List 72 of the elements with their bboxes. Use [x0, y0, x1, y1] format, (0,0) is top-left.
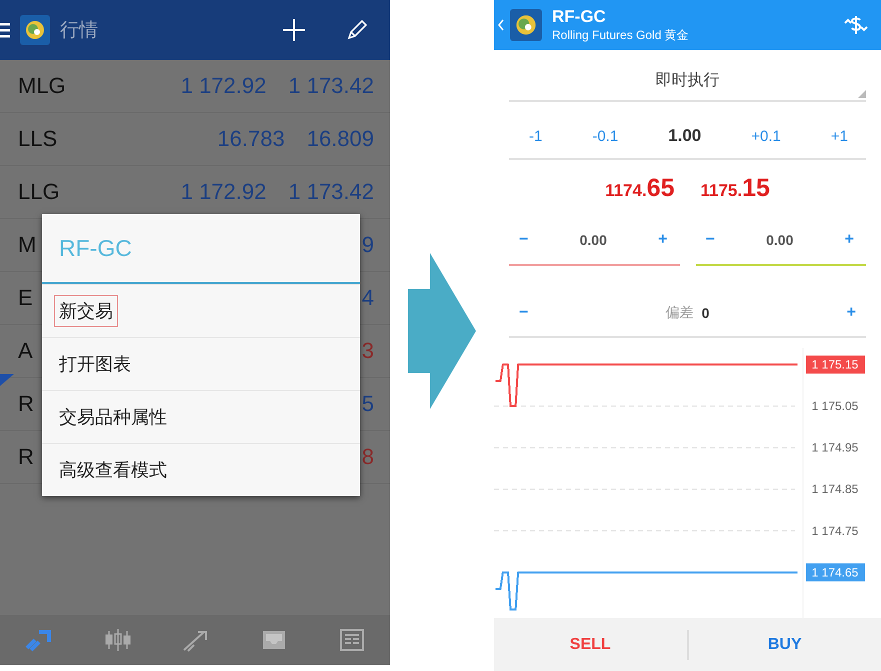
back-icon[interactable] [498, 19, 504, 31]
symbol-name: MLG [18, 73, 66, 99]
menu-item[interactable]: 新交易 [54, 295, 118, 327]
quote-price: 9 [362, 232, 374, 258]
axis-label: 1 174.95 [812, 440, 858, 455]
price-tag: 1 174.65 [806, 563, 865, 582]
symbol-name: A [18, 338, 33, 364]
deviation-label: 偏差 [666, 304, 694, 322]
menu-item[interactable]: 打开图表 [54, 348, 136, 380]
menu-item[interactable]: 高级查看模式 [54, 454, 172, 486]
row-marker-icon [0, 372, 14, 386]
menu-title: RF-GC [42, 214, 360, 284]
quote-price: 1 173.42 [288, 73, 374, 99]
add-icon[interactable] [282, 18, 306, 42]
volume-step-button[interactable]: +1 [830, 128, 848, 144]
plus-button[interactable]: + [842, 304, 860, 322]
trend-arrow-icon[interactable] [182, 628, 210, 652]
price-digits: 1174. [605, 180, 647, 200]
currency-exchange-icon[interactable] [843, 14, 869, 36]
symbol-name: M [18, 232, 36, 258]
axis-label: 1 175.05 [812, 399, 858, 414]
menu-icon[interactable] [0, 22, 10, 38]
plus-button[interactable]: + [840, 231, 858, 249]
stop-value: 0.00 [580, 232, 607, 248]
symbol-description: Rolling Futures Gold 黄金 [552, 26, 689, 44]
volume-step-button[interactable]: -1 [529, 128, 542, 144]
y-tick-label: 1 174.65 [812, 565, 859, 580]
quote-price: 8 [362, 444, 374, 470]
newspaper-icon[interactable] [338, 628, 365, 652]
quote-price: 4 [362, 285, 374, 311]
symbol-name: R [18, 391, 34, 417]
minus-button[interactable]: − [515, 304, 532, 322]
plus-button[interactable]: + [654, 231, 672, 249]
minus-button[interactable]: − [702, 231, 719, 249]
deviation-value: 0 [702, 305, 710, 321]
quote-price: 1 172.92 [180, 73, 266, 99]
screen-title: 行情 [60, 19, 98, 43]
quote-price: 16.809 [306, 126, 374, 152]
axis-label: 1 174.85 [812, 482, 858, 496]
right-arrow-icon [408, 252, 476, 408]
app-logo-icon [20, 15, 50, 45]
price-tag: 1 175.15 [806, 356, 865, 374]
candlestick-icon[interactable] [104, 628, 132, 652]
pencil-icon[interactable] [346, 19, 368, 41]
dropdown-corner-icon [858, 90, 866, 98]
stop-field[interactable]: − 0.00 + [509, 216, 680, 266]
volume-step-button[interactable]: -0.1 [592, 128, 618, 144]
minus-button[interactable]: − [515, 231, 532, 249]
volume-value: 1.00 [668, 126, 702, 146]
quote-price: 1 173.42 [288, 179, 374, 205]
stop-field[interactable]: − 0.00 + [696, 216, 866, 266]
quote-price: 5 [362, 391, 374, 417]
price-pips: 65 [646, 174, 674, 202]
axis-label: 1 174.75 [812, 524, 858, 538]
menu-item[interactable]: 交易品种属性 [54, 401, 172, 433]
price-pips: 15 [742, 174, 770, 202]
symbol-name: R [18, 444, 34, 470]
price-digits: 1175. [700, 180, 742, 200]
trade-button[interactable]: SELL [494, 618, 686, 671]
symbol-name: E [18, 285, 33, 311]
quote-price: 3 [362, 338, 374, 364]
symbol-name: LLS [18, 126, 58, 152]
trade-button[interactable]: BUY [688, 618, 881, 671]
order-type-dropdown[interactable]: 即时执行 [509, 60, 866, 102]
quote-price: 16.783 [217, 126, 285, 152]
symbol-name: LLG [18, 179, 60, 205]
quote-price: 1 172.92 [180, 179, 266, 205]
stop-value: 0.00 [766, 232, 794, 248]
y-tick-label: 1 175.15 [812, 358, 859, 372]
symbol-title: RF-GC [552, 6, 607, 26]
volume-step-button[interactable]: +0.1 [751, 128, 781, 144]
app-logo-icon [510, 9, 542, 41]
